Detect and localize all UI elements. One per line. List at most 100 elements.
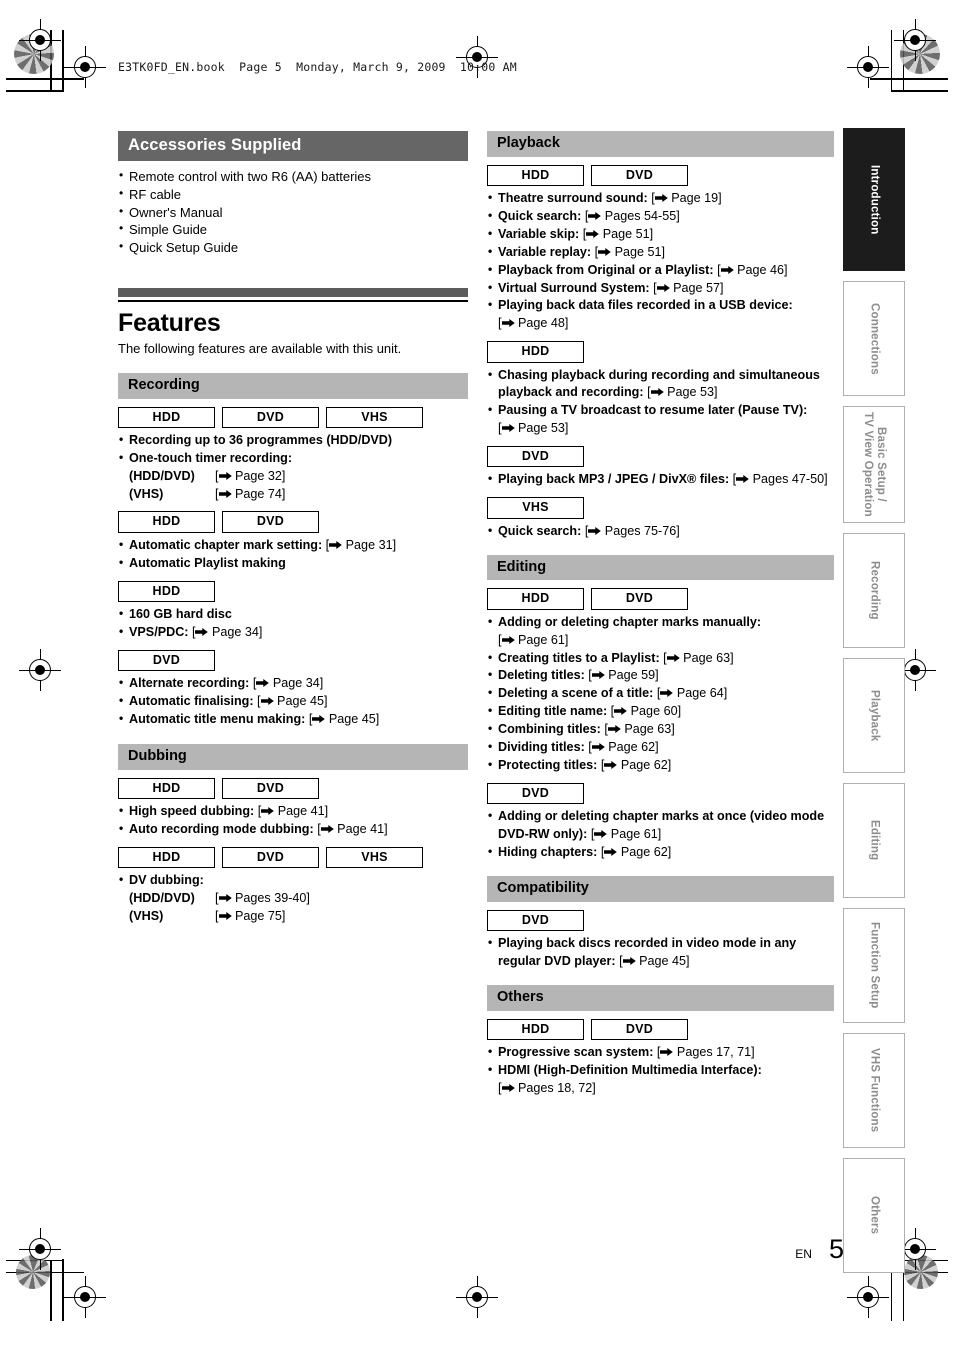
feature-item: Adding or deleting chapter marks manuall… (487, 613, 834, 650)
media-badge-dvd: DVD (487, 446, 584, 468)
page-ref-arrow-icon (588, 524, 602, 538)
subrow-key: (HDD/DVD) (129, 890, 195, 905)
chapter-tab-rail: Introduction Connections Basic Setup / TV … (843, 128, 905, 1283)
subrow-key: (VHS) (129, 908, 164, 923)
feature-item: Automatic title menu making: [ Page 45] (118, 710, 468, 729)
page-reference: [ Page 45] (257, 693, 328, 708)
media-badge-hdd: HDD (118, 406, 215, 428)
page-ref-arrow-icon (261, 804, 275, 818)
feature-item: DV dubbing:(HDD/DVD)[ Pages 39-40](VHS)[… (118, 871, 468, 926)
feature-item: Auto recording mode dubbing: [ Page 41] (118, 820, 468, 839)
section-playback: Playback HDDDVDTheatre surround sound: [… (487, 131, 834, 541)
page-reference: [ Pages 47-50] (732, 472, 828, 487)
feature-item: 160 GB hard disc (118, 605, 468, 624)
section-heading-recording: Recording (118, 372, 468, 399)
page-reference: [ Page 63] (663, 650, 734, 665)
chapter-tab-label: Recording (868, 561, 881, 620)
editing-groups: HDD DVD Adding or deleting chapter marks m… (487, 588, 834, 861)
page-reference: [ Pages 18, 72] (498, 1080, 596, 1095)
feature-list: 160 GB hard discVPS/PDC: [ Page 34] (118, 605, 468, 642)
page-reference: [ Page 41] (317, 821, 388, 836)
section-heading-dubbing: Dubbing (118, 743, 468, 770)
page-ref-arrow-icon (588, 209, 602, 223)
page-reference: [ Page 59] (588, 668, 659, 683)
page-ref-arrow-icon (591, 668, 605, 682)
feature-item: Deleting titles: [ Page 59] (487, 666, 834, 685)
chapter-tab-recording[interactable]: Recording (843, 533, 905, 648)
page-reference: [ Page 63] (604, 722, 675, 737)
feature-item: Quick search: [ Pages 75-76] (487, 522, 834, 541)
page-reference: [ Page 34] (191, 624, 263, 639)
feature-item: Automatic chapter mark setting: [ Page 3… (118, 536, 468, 555)
page-reference: [ Page 57] (653, 280, 724, 295)
page-reference: [ Page 61] (590, 826, 662, 841)
features-divider (118, 288, 468, 303)
media-badge-hdd: HDD (118, 580, 215, 602)
page-reference: [ Page 31] (325, 537, 397, 552)
list-item: Remote control with two R6 (AA) batterie… (118, 167, 468, 186)
page-reference: [ Page 48] (498, 316, 569, 331)
media-badge-row: DVD (487, 446, 834, 468)
subrow-value: [ Pages 39-40] (215, 890, 310, 908)
media-badge-dvd: DVD (591, 588, 688, 610)
media-badge-row: HDD DVD (487, 588, 834, 610)
page-reference: [ Page 45] (308, 711, 380, 726)
subrow-key: (HDD/DVD) (129, 468, 195, 483)
feature-item: Quick search: [ Pages 54-55] (487, 207, 834, 226)
page-ref-arrow-icon (607, 722, 621, 736)
chapter-tab-label: Introduction (868, 164, 881, 235)
chapter-tab-basic-setup-tv-view-operation[interactable]: Basic Setup / TV View Operation (843, 406, 905, 523)
page-reference: [ Page 53] (498, 421, 569, 436)
feature-list: Automatic chapter mark setting: [ Page 3… (118, 536, 468, 573)
section-heading-playback: Playback (487, 131, 834, 157)
media-badge-dvd: DVD (222, 511, 319, 533)
chapter-tab-label: Editing (868, 820, 881, 861)
chapter-tab-playback[interactable]: Playback (843, 658, 905, 773)
subrow-value: [ Page 74] (215, 486, 285, 504)
chapter-tab-vhs-functions[interactable]: VHS Functions (843, 1033, 905, 1148)
chapter-tab-others[interactable]: Others (843, 1158, 905, 1273)
feature-item: Playing back MP3 / JPEG / DivX® files: [… (487, 470, 834, 489)
page-reference: [ Page 75] (215, 908, 286, 923)
media-badge-hdd: HDD (487, 1018, 584, 1040)
page-reference: [ Page 62] (600, 757, 672, 772)
feature-item: Chasing playback during recording and si… (487, 366, 834, 403)
section-compatibility: Compatibility DVD Playing back discs reco… (487, 875, 834, 971)
media-badge-row: HDD (487, 341, 834, 363)
page-ref-arrow-icon (660, 686, 674, 700)
feature-reference-line: [ Pages 18, 72] (498, 1080, 834, 1098)
feature-list: High speed dubbing: [ Page 41]Auto recor… (118, 802, 468, 839)
media-badge-dvd: DVD (222, 406, 319, 428)
feature-item: High speed dubbing: [ Page 41] (118, 802, 468, 821)
media-badge-row: DVD (118, 649, 468, 672)
feature-item: Editing title name: [ Page 60] (487, 702, 834, 721)
feature-list: Recording up to 36 programmes (HDD/DVD)O… (118, 431, 468, 504)
feature-reference-line: [ Page 61] (498, 632, 834, 650)
left-column: Accessories Supplied Remote control with… (118, 131, 468, 926)
chapter-tab-connections[interactable]: Connections (843, 281, 905, 396)
page-ref-arrow-icon (218, 909, 232, 923)
page-reference: [ Pages 17, 71] (656, 1044, 755, 1059)
page-ref-arrow-icon (591, 740, 605, 754)
media-badge-hdd: HDD (118, 846, 215, 869)
footer-language-code: EN (795, 1247, 812, 1261)
page-reference: [ Pages 39-40] (215, 890, 310, 905)
chapter-tab-function-setup[interactable]: Function Setup (843, 908, 905, 1023)
page-ref-arrow-icon (622, 954, 636, 968)
media-badge-row: HDD DVD VHS (118, 406, 468, 428)
page-ref-arrow-icon (312, 712, 326, 726)
feature-item: Playing back data files recorded in a US… (487, 296, 834, 333)
page-ref-arrow-icon (666, 651, 680, 665)
page-reference: [ Page 62] (600, 844, 672, 859)
section-recording: Recording HDD DVD VHS Recording up to 36 pr… (118, 372, 468, 729)
footer-page-number: 5 (828, 1234, 844, 1264)
feature-item: Recording up to 36 programmes (HDD/DVD) (118, 431, 468, 450)
chapter-tab-introduction[interactable]: Introduction (843, 128, 905, 271)
page-ref-arrow-icon (598, 245, 611, 259)
feature-reference-line: [ Page 48] (498, 315, 834, 333)
feature-item: Variable replay: [ Page 51] (487, 243, 834, 262)
page-ref-arrow-icon (614, 704, 627, 718)
chapter-tab-editing[interactable]: Editing (843, 783, 905, 898)
feature-list: Chasing playback during recording and si… (487, 366, 834, 439)
media-badge-hdd: HDD (118, 511, 215, 533)
